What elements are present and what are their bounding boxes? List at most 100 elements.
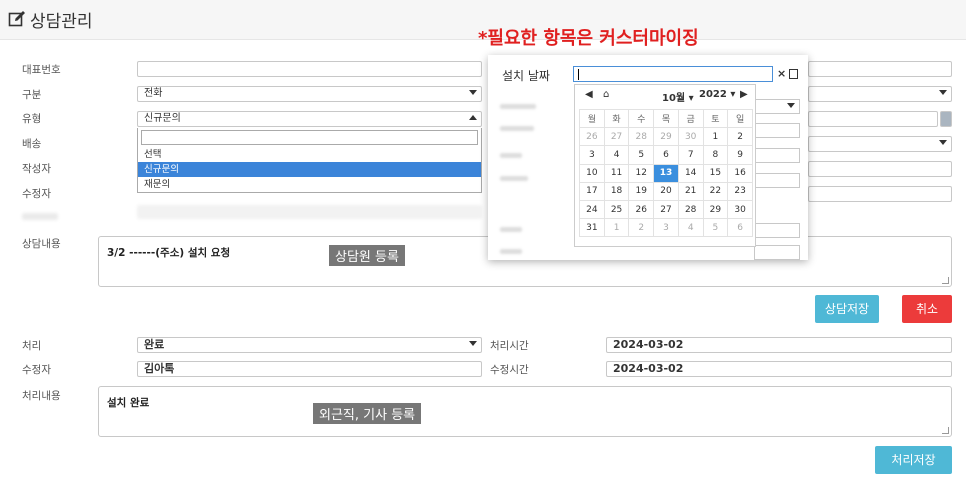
calendar-day[interactable]: 24 — [579, 199, 605, 220]
month-selector[interactable]: 10월 ▾ — [662, 89, 694, 104]
calendar-day[interactable]: 4 — [677, 218, 704, 238]
calendar-day[interactable]: 30 — [727, 199, 753, 220]
calendar-day[interactable]: 17 — [579, 181, 605, 201]
right-input-1[interactable] — [808, 61, 952, 77]
right-input-6[interactable] — [808, 186, 952, 202]
weekday-header: 금 — [677, 108, 704, 129]
text-caret — [578, 69, 579, 80]
popup-side-select[interactable] — [754, 99, 800, 114]
calendar-day[interactable]: 27 — [603, 127, 630, 147]
calendar-day[interactable]: 10 — [579, 163, 605, 183]
calendar-day[interactable]: 15 — [702, 163, 729, 183]
calendar-day[interactable]: 8 — [702, 145, 729, 165]
calendar-day[interactable]: 30 — [677, 127, 704, 147]
home-icon[interactable]: ⌂ — [603, 89, 609, 100]
year-selector[interactable]: 2022 ▾ — [699, 89, 735, 100]
process-content-text: 설치 완료 — [107, 397, 150, 409]
calendar-day[interactable]: 28 — [677, 199, 704, 220]
calendar-day[interactable]: 16 — [727, 163, 753, 183]
calendar-day[interactable]: 2 — [727, 127, 753, 147]
save-process-button[interactable]: 처리저장 — [875, 446, 952, 474]
dropdown-option[interactable]: 선택 — [138, 147, 481, 162]
calendar-day[interactable]: 20 — [653, 181, 679, 201]
calendar-day[interactable]: 7 — [677, 145, 704, 165]
type-select[interactable]: 신규문의 — [137, 111, 482, 127]
calendar-day[interactable]: 6 — [653, 145, 679, 165]
save-consult-button[interactable]: 상담저장 — [815, 295, 879, 323]
calendar-day[interactable]: 22 — [702, 181, 729, 201]
resize-handle[interactable] — [942, 277, 949, 284]
calendar-day[interactable]: 5 — [628, 145, 655, 165]
calendar-day[interactable]: 4 — [603, 145, 630, 165]
chevron-down-icon — [469, 90, 477, 95]
blurred-label — [500, 126, 534, 131]
calendar-day[interactable]: 29 — [653, 127, 679, 147]
chevron-down-icon — [787, 103, 795, 108]
process-content-textarea[interactable]: 설치 완료 — [98, 386, 952, 437]
calendar-day[interactable]: 26 — [579, 127, 605, 147]
right-select-4[interactable] — [808, 136, 952, 152]
calendar-day[interactable]: 5 — [702, 218, 729, 238]
calendar-day[interactable]: 29 — [702, 199, 729, 220]
calendar-day[interactable]: 21 — [677, 181, 704, 201]
calendar-day[interactable]: 27 — [653, 199, 679, 220]
popup-side-input[interactable] — [754, 148, 800, 163]
process-status-select[interactable]: 완료 — [137, 337, 482, 353]
category-select[interactable]: 전화 — [137, 86, 482, 102]
calendar-day[interactable]: 26 — [628, 199, 655, 220]
label-delivery: 배송 — [22, 138, 42, 150]
cancel-button[interactable]: 취소 — [902, 295, 952, 323]
month-label: 10월 — [662, 93, 686, 104]
calendar-day[interactable]: 2 — [628, 218, 655, 238]
install-date-input[interactable] — [573, 66, 773, 82]
calendar-day[interactable]: 1 — [702, 127, 729, 147]
calendar-day[interactable]: 3 — [579, 145, 605, 165]
rep-number-input[interactable] — [137, 61, 482, 77]
process-editor-input[interactable]: 김아톡 — [137, 361, 482, 377]
calendar-day[interactable]: 6 — [727, 218, 753, 238]
label-type: 유형 — [22, 113, 42, 125]
calendar-day-selected[interactable]: 13 — [653, 163, 679, 183]
next-month-icon[interactable]: ▶ — [740, 89, 748, 100]
edit-icon — [8, 11, 25, 27]
weekday-header: 월 — [579, 108, 605, 129]
popup-side-input[interactable] — [754, 123, 800, 138]
calendar-day[interactable]: 23 — [727, 181, 753, 201]
calendar-day[interactable]: 18 — [603, 181, 630, 201]
blurred-label — [500, 153, 522, 158]
right-input-5[interactable] — [808, 161, 952, 177]
calendar-day[interactable]: 25 — [603, 199, 630, 220]
dropdown-option[interactable]: 재문의 — [138, 177, 481, 192]
right-input-3[interactable] — [808, 111, 938, 127]
resize-handle[interactable] — [942, 427, 949, 434]
label-edit-time: 수정시간 — [490, 364, 529, 376]
weekday-header: 화 — [603, 108, 630, 129]
calendar-day[interactable]: 1 — [603, 218, 630, 238]
edit-time-input[interactable]: 2024-03-02 — [606, 361, 952, 377]
lookup-button[interactable] — [940, 111, 952, 127]
consult-tag: 상담원 등록 — [329, 245, 405, 266]
calendar-icon[interactable] — [789, 69, 798, 79]
popup-side-input[interactable] — [754, 245, 800, 260]
prev-month-icon[interactable]: ◀ — [585, 89, 593, 100]
calendar-day[interactable]: 28 — [628, 127, 655, 147]
process-status-value: 완료 — [144, 338, 165, 351]
calendar-day[interactable]: 12 — [628, 163, 655, 183]
dropdown-search-input[interactable] — [141, 130, 478, 145]
popup-side-input[interactable] — [754, 173, 800, 188]
calendar-day[interactable]: 19 — [628, 181, 655, 201]
popup-side-input[interactable] — [754, 223, 800, 238]
clear-icon[interactable]: × — [777, 66, 787, 82]
install-date-popup: 설치 날짜 × ◀ ⌂ 10월 ▾ 2022 ▾ ▶ 월 화 수 목 금 토 일 26 27 28… — [488, 55, 808, 260]
dropdown-option-selected[interactable]: 신규문의 — [138, 162, 481, 177]
chevron-down-icon — [939, 140, 947, 145]
calendar-day[interactable]: 14 — [677, 163, 704, 183]
calendar-day[interactable]: 11 — [603, 163, 630, 183]
calendar-day[interactable]: 31 — [579, 218, 605, 238]
calendar-day[interactable]: 3 — [653, 218, 679, 238]
blurred-label — [500, 227, 522, 232]
right-select-2[interactable] — [808, 86, 952, 102]
calendar-day[interactable]: 9 — [727, 145, 753, 165]
label-author: 작성자 — [22, 163, 51, 175]
process-time-input[interactable]: 2024-03-02 — [606, 337, 952, 353]
